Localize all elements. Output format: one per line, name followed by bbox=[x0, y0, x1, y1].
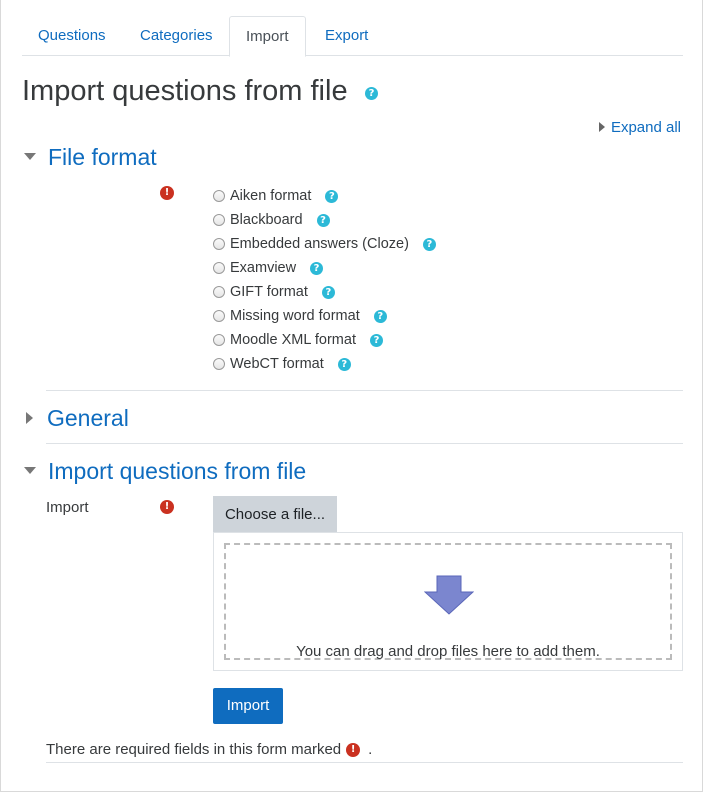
help-icon[interactable]: ? bbox=[316, 213, 330, 227]
expand-all-link[interactable]: Expand all bbox=[598, 119, 681, 136]
section-file-format[interactable]: File format bbox=[22, 142, 157, 172]
tab-bar: Questions Categories Import Export bbox=[22, 16, 683, 57]
help-icon[interactable]: ? bbox=[422, 237, 436, 251]
help-icon[interactable]: ? bbox=[325, 189, 339, 203]
radio-option: GIFT format ? bbox=[213, 280, 436, 304]
section-title: File format bbox=[48, 144, 157, 170]
required-note-period: . bbox=[368, 741, 373, 758]
radio-option: Missing word format ? bbox=[213, 304, 436, 328]
expand-all-label: Expand all bbox=[610, 119, 681, 136]
help-icon[interactable]: ? bbox=[310, 261, 324, 275]
file-dropzone[interactable]: You can drag and drop files here to add … bbox=[213, 532, 683, 671]
required-icon: ! bbox=[160, 500, 174, 514]
help-icon[interactable]: ? bbox=[369, 333, 383, 347]
help-icon[interactable]: ? bbox=[365, 87, 378, 100]
help-icon[interactable]: ? bbox=[321, 285, 335, 299]
collapse-caret-icon bbox=[24, 467, 36, 475]
page-title: Import questions from file bbox=[22, 75, 348, 107]
divider bbox=[46, 443, 683, 444]
radio-label[interactable]: WebCT format bbox=[230, 356, 324, 372]
section-import-file[interactable]: Import questions from file bbox=[22, 456, 306, 486]
required-icon: ! bbox=[160, 186, 174, 200]
import-button[interactable]: Import bbox=[213, 688, 283, 724]
help-icon[interactable]: ? bbox=[337, 357, 351, 371]
radio-option: Blackboard ? bbox=[213, 208, 436, 232]
radio-option: Examview ? bbox=[213, 256, 436, 280]
dropzone-area: You can drag and drop files here to add … bbox=[224, 543, 672, 660]
required-icon: ! bbox=[346, 742, 361, 757]
radio-moodle-xml[interactable] bbox=[213, 334, 225, 346]
radio-label[interactable]: Examview bbox=[230, 260, 296, 276]
section-general[interactable]: General bbox=[22, 403, 129, 433]
radio-missing-word[interactable] bbox=[213, 310, 225, 322]
dropzone-text: You can drag and drop files here to add … bbox=[296, 643, 600, 660]
tab-export[interactable]: Export bbox=[309, 16, 384, 56]
tab-questions[interactable]: Questions bbox=[22, 16, 122, 56]
choose-file-button[interactable]: Choose a file... bbox=[213, 496, 337, 533]
radio-label[interactable]: Embedded answers (Cloze) bbox=[230, 236, 409, 252]
radio-label[interactable]: Blackboard bbox=[230, 212, 303, 228]
download-arrow-icon bbox=[424, 575, 474, 615]
radio-label[interactable]: Aiken format bbox=[230, 188, 311, 204]
radio-cloze[interactable] bbox=[213, 238, 225, 250]
help-icon[interactable]: ? bbox=[373, 309, 387, 323]
required-note-text: There are required fields in this form m… bbox=[46, 741, 342, 758]
radio-blackboard[interactable] bbox=[213, 214, 225, 226]
radio-label[interactable]: GIFT format bbox=[230, 284, 308, 300]
file-format-radio-group: Aiken format ? Blackboard ? Embedded ans… bbox=[213, 184, 436, 376]
expand-triangle-icon bbox=[598, 122, 605, 132]
radio-aiken[interactable] bbox=[213, 190, 225, 202]
radio-gift[interactable] bbox=[213, 286, 225, 298]
collapse-caret-icon bbox=[24, 153, 36, 161]
import-field-label: Import bbox=[46, 499, 89, 516]
radio-option: WebCT format ? bbox=[213, 352, 436, 376]
page-frame: Questions Categories Import Export Impor… bbox=[0, 0, 703, 792]
expand-caret-icon bbox=[26, 411, 33, 424]
radio-webct[interactable] bbox=[213, 358, 225, 370]
tab-categories[interactable]: Categories bbox=[124, 16, 229, 56]
section-title: General bbox=[47, 405, 129, 431]
divider bbox=[46, 390, 683, 391]
section-title: Import questions from file bbox=[48, 458, 307, 484]
radio-option: Moodle XML format ? bbox=[213, 328, 436, 352]
radio-option: Aiken format ? bbox=[213, 184, 436, 208]
radio-label[interactable]: Moodle XML format bbox=[230, 332, 356, 348]
radio-label[interactable]: Missing word format bbox=[230, 308, 360, 324]
radio-examview[interactable] bbox=[213, 262, 225, 274]
radio-option: Embedded answers (Cloze) ? bbox=[213, 232, 436, 256]
divider bbox=[46, 762, 683, 763]
tab-import[interactable]: Import bbox=[229, 16, 306, 57]
required-fields-note: There are required fields in this form m… bbox=[46, 741, 372, 758]
